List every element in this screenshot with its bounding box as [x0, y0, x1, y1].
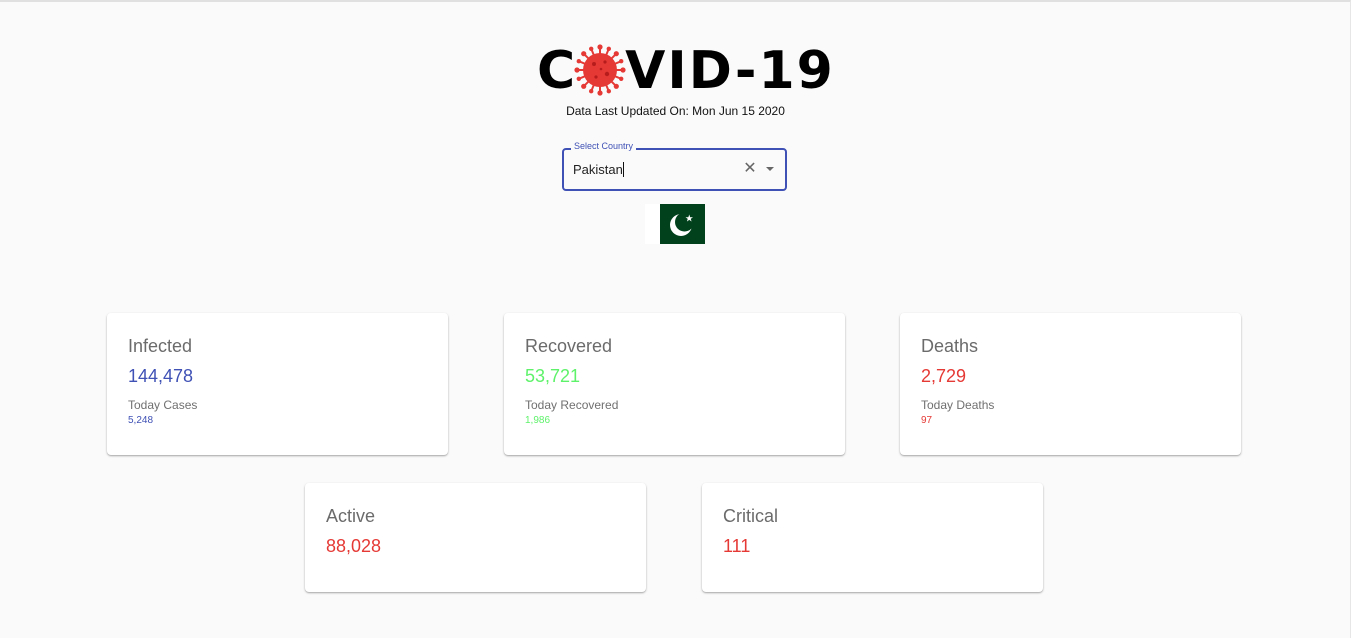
card-title: Recovered	[525, 336, 613, 356]
logo-letter-c: C	[537, 41, 578, 101]
card-value: 88,028	[326, 536, 382, 556]
pakistan-flag-icon	[645, 204, 705, 244]
infected-card: Infected 144,478 Today Cases 5,248	[107, 313, 448, 455]
country-select-input[interactable]: Pakistan	[573, 162, 624, 177]
close-icon[interactable]: ✕	[743, 160, 757, 178]
recovered-card: Recovered 53,721 Today Recovered 1,986	[504, 313, 845, 455]
virus-icon	[574, 44, 626, 96]
card-sub-value: 5,248	[128, 415, 154, 426]
logo-text: VID-19	[625, 41, 835, 101]
card-title: Infected	[128, 336, 193, 356]
card-sub-value: 97	[921, 415, 933, 426]
last-updated-text: Data Last Updated On: Mon Jun 15 2020	[566, 104, 785, 118]
card-value: 2,729	[921, 366, 967, 386]
caret-down-icon[interactable]	[763, 162, 777, 176]
card-value: 53,721	[525, 366, 581, 386]
card-value: 111	[723, 536, 751, 556]
country-select-label: Select Country	[571, 141, 637, 151]
card-title: Deaths	[921, 336, 979, 356]
critical-card: Critical 111	[702, 483, 1043, 592]
card-title: Active	[326, 506, 376, 526]
covid-logo: C VID-19	[537, 40, 833, 102]
active-card: Active 88,028	[305, 483, 646, 592]
card-title: Critical	[723, 506, 779, 526]
card-value: 144,478	[128, 366, 194, 386]
card-sub-label: Today Cases	[128, 398, 198, 412]
deaths-card: Deaths 2,729 Today Deaths 97	[900, 313, 1241, 455]
card-sub-label: Today Deaths	[921, 398, 995, 412]
country-select[interactable]: Select Country Pakistan ✕	[562, 141, 787, 191]
card-sub-value: 1,986	[525, 415, 551, 426]
card-sub-label: Today Recovered	[525, 398, 619, 412]
